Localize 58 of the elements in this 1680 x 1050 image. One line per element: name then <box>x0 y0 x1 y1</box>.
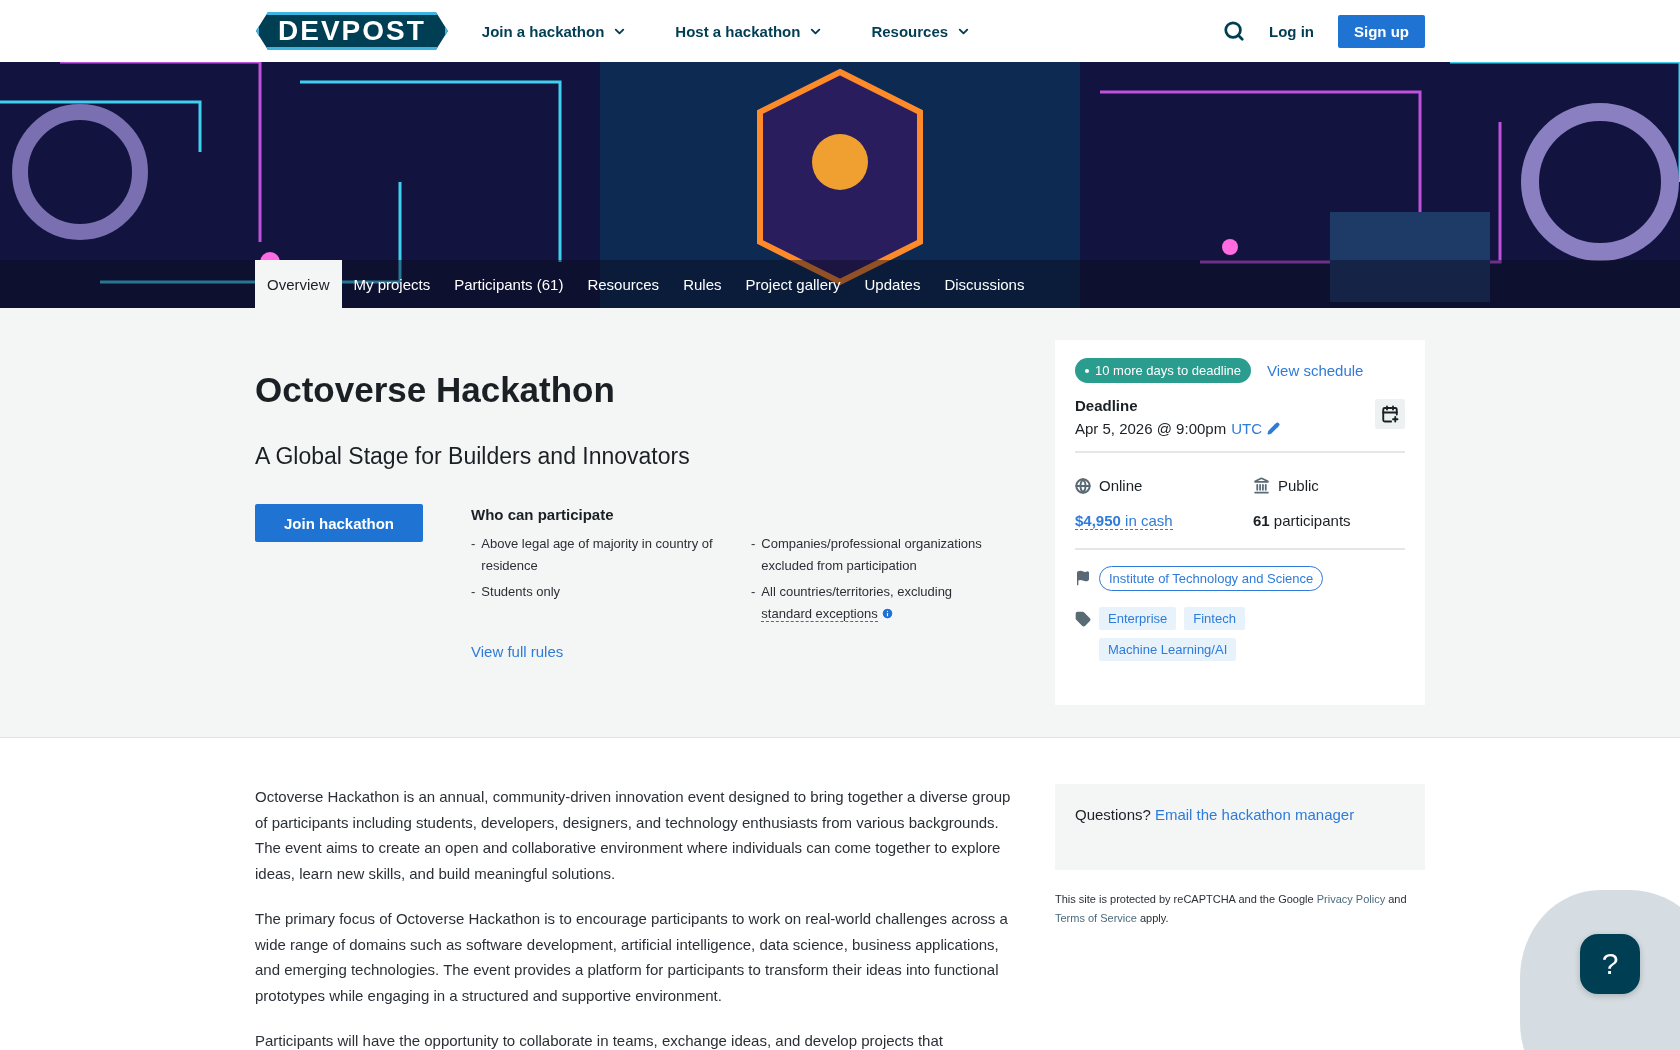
participants-count: 61 participants <box>1253 512 1352 530</box>
tab[interactable]: Overview <box>255 260 342 308</box>
policy-link[interactable]: Privacy Policy <box>1316 893 1386 905</box>
nav-menu-item[interactable]: Resources <box>871 22 972 40</box>
questions-label: Questions? <box>1075 806 1151 823</box>
globe-icon <box>1075 477 1091 494</box>
signup-button[interactable]: Sign up <box>1338 14 1425 48</box>
calendar-plus-icon <box>1381 405 1399 423</box>
list-dash: - <box>751 583 756 601</box>
standard-exceptions-link[interactable]: standard exceptions <box>761 606 878 622</box>
location-text: Online <box>1099 477 1143 494</box>
view-rules-link[interactable]: View full rules <box>471 643 1011 660</box>
landmark-icon <box>1253 477 1270 494</box>
nav-menu-item[interactable]: Host a hackathon <box>675 22 824 40</box>
search-icon[interactable] <box>1223 20 1245 42</box>
tab[interactable]: Participants (61) <box>442 260 576 308</box>
eligibility-item: Companies/professional organizations excluded from participation <box>761 535 983 575</box>
flag-icon <box>1075 570 1091 586</box>
tab[interactable]: My projects <box>341 260 443 308</box>
visibility-text: Public <box>1278 477 1319 494</box>
login-link[interactable]: Log in <box>1269 22 1314 40</box>
devpost-logo[interactable]: DEVPOST <box>256 12 448 50</box>
description-paragraph: Octoverse Hackathon is an annual, community-driven innovation event designed to bring together a diverse group of participants including students, developers, designers, and technology enthusiasts from various backgrounds. The event aims to create an open and collaborative environment where individuals can come together to explore ideas, learn new skills, and build meaningful solutions. <box>255 787 1012 884</box>
prize-link[interactable]: $4,950 in cash <box>1075 512 1173 530</box>
eligibility-item: Above legal age of majority in country of residence <box>481 535 714 575</box>
email-manager-link[interactable]: Email the hackathon manager <box>1154 806 1355 823</box>
description-paragraph: The primary focus of Octoverse Hackathon is to encourage participants to work on real-world challenges across a wide range of domains such as software development, artificial intelligence, data science, business applications, and emerging technologies. The event provides a platform for participants to transform their ideas into functional prototypes while engaging in a structured and supportive environment. <box>255 909 1009 1006</box>
eligibility-heading: Who can participate <box>471 506 615 523</box>
hackathon-tagline: A Global Stage for Builders and Innovators <box>255 443 691 470</box>
recaptcha-notice: This site is protected by reCAPTCHA and the Google Privacy Policy and Terms of Service apply. <box>1055 892 1408 926</box>
deadline-status-badge: 10 more days to deadline <box>1075 358 1251 383</box>
pencil-icon[interactable] <box>1267 422 1280 435</box>
timezone-link[interactable]: UTC <box>1231 420 1262 437</box>
help-button[interactable]: ? <box>1580 934 1640 994</box>
tab[interactable]: Rules <box>671 260 734 308</box>
tab[interactable]: Discussions <box>932 260 1037 308</box>
tab[interactable]: Project gallery <box>733 260 853 308</box>
theme-tag[interactable]: Enterprise <box>1099 607 1177 630</box>
deadline-date: Apr 5, 2026 @ 9:00pm <box>1075 420 1227 437</box>
info-icon[interactable] <box>881 607 895 620</box>
view-schedule-link[interactable]: View schedule <box>1267 362 1364 379</box>
tab[interactable]: Resources <box>575 260 672 308</box>
tag-icon <box>1075 611 1091 627</box>
deadline-label: Deadline <box>1075 397 1139 414</box>
nav-menu-item[interactable]: Join a hackathon <box>481 22 628 40</box>
description-paragraph: Participants will have the opportunity to collaborate in teams, exchange ideas, and develop projects that <box>255 1031 944 1050</box>
tab[interactable]: Updates <box>852 260 933 308</box>
list-dash: - <box>751 535 756 553</box>
eligibility-item: All countries/territories, excluding standard exceptions <box>761 583 954 624</box>
list-dash: - <box>471 583 476 601</box>
add-to-calendar-button[interactable] <box>1375 399 1405 429</box>
list-dash: - <box>471 535 476 553</box>
join-hackathon-button[interactable]: Join hackathon <box>255 504 423 542</box>
eligibility-item: Students only <box>481 583 561 601</box>
theme-tag[interactable]: Fintech <box>1184 607 1245 630</box>
theme-tag[interactable]: Machine Learning/AI <box>1099 638 1237 661</box>
policy-link[interactable]: Terms of Service <box>1055 912 1137 924</box>
hackathon-title: Octoverse Hackathon <box>255 370 616 410</box>
